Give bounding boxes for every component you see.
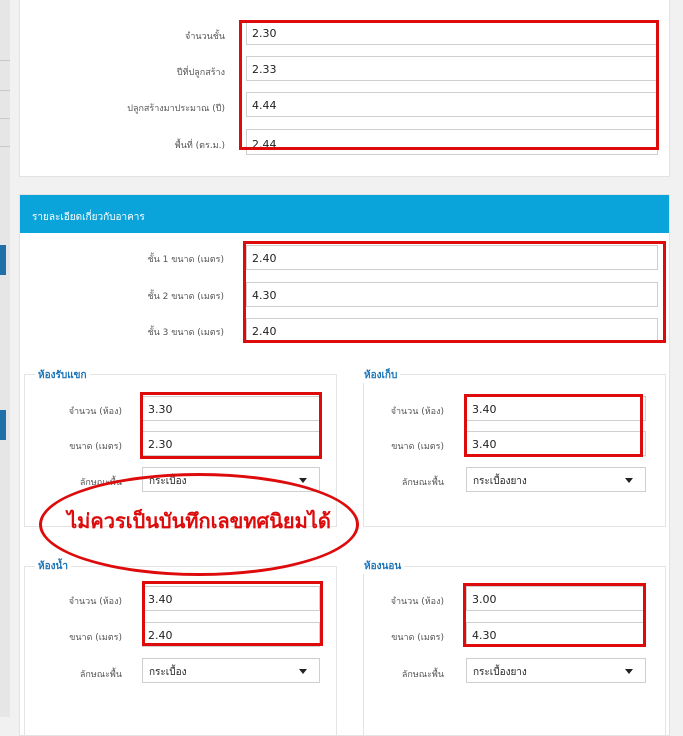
background-divider [0, 90, 10, 91]
area-field[interactable]: 2.44 [246, 129, 658, 155]
bathroom-count-label: จำนวน (ห้อง) [68, 597, 122, 607]
storage-count-label: จำนวน (ห้อง) [390, 407, 444, 417]
storage-size-label: ขนาด (เมตร) [391, 442, 444, 452]
reception-count-field[interactable]: 3.30 [142, 396, 320, 421]
bathroom-count-field[interactable]: 3.40 [142, 586, 320, 611]
details-section-header: รายละเอียดเกี่ยวกับอาคาร [20, 195, 669, 233]
bathroom-floor-label: ลักษณะพื้น [79, 670, 122, 680]
storage-room-title: ห้องเก็บ [361, 368, 401, 383]
reception-size-field[interactable]: 2.30 [142, 431, 320, 456]
background-page [0, 0, 10, 717]
building-age-label: ปลูกสร้างมาประมาณ (ปี) [127, 104, 225, 114]
storage-count-field[interactable]: 3.40 [466, 396, 646, 421]
storage-floor-label: ลักษณะพื้น [401, 478, 444, 488]
background-divider [0, 60, 10, 61]
bedroom-title: ห้องนอน [361, 559, 405, 574]
storage-floor-value: กระเบื้องยาง [473, 476, 527, 487]
area-label: พื้นที่ (ตร.ม.) [174, 141, 225, 151]
build-year-label: ปีที่ปลูกสร้าง [176, 68, 225, 78]
chevron-down-icon [625, 478, 633, 483]
background-blue-bar [0, 245, 6, 275]
building-age-field[interactable]: 4.44 [246, 92, 658, 117]
floors-count-field[interactable]: 2.30 [246, 20, 658, 45]
storage-floor-select[interactable]: กระเบื้องยาง [466, 467, 646, 492]
chevron-down-icon [299, 478, 307, 483]
build-year-field[interactable]: 2.33 [246, 56, 658, 81]
bedroom-count-field[interactable]: 3.00 [466, 586, 646, 611]
bathroom-size-field[interactable]: 2.40 [142, 622, 320, 647]
bedroom-count-label: จำนวน (ห้อง) [390, 597, 444, 607]
reception-size-label: ขนาด (เมตร) [69, 442, 122, 452]
bedroom-floor-label: ลักษณะพื้น [401, 670, 444, 680]
bathroom-floor-select[interactable]: กระเบื้อง [142, 658, 320, 683]
storage-size-field[interactable]: 3.40 [466, 431, 646, 456]
floor3-size-label: ชั้น 3 ขนาด (เมตร) [147, 328, 224, 338]
bathroom-floor-value: กระเบื้อง [149, 667, 187, 678]
bathroom-title: ห้องน้ำ [35, 559, 71, 574]
chevron-down-icon [299, 669, 307, 674]
floor3-size-field[interactable]: 2.40 [246, 318, 658, 343]
building-details-card: รายละเอียดเกี่ยวกับอาคาร ชั้น 1 ขนาด (เม… [19, 194, 670, 736]
annotation-note: ไม่ควรเป็นบันทึกเลขทศนิยมได้ [67, 509, 331, 533]
bedroom-floor-value: กระเบื้องยาง [473, 667, 527, 678]
background-divider [0, 146, 10, 147]
floor2-size-field[interactable]: 4.30 [246, 282, 658, 307]
bedroom-size-label: ขนาด (เมตร) [391, 633, 444, 643]
chevron-down-icon [625, 669, 633, 674]
floors-count-label: จำนวนชั้น [185, 32, 225, 42]
floor1-size-field[interactable]: 2.40 [246, 245, 658, 270]
bedroom-size-field[interactable]: 4.30 [466, 622, 646, 647]
floor1-size-label: ชั้น 1 ขนาด (เมตร) [147, 255, 224, 265]
reception-room-title: ห้องรับแขก [35, 368, 90, 383]
building-info-card: จำนวนชั้น 2.30 ปีที่ปลูกสร้าง 2.33 ปลูกส… [19, 0, 670, 177]
floor2-size-label: ชั้น 2 ขนาด (เมตร) [147, 292, 224, 302]
background-blue-bar [0, 410, 6, 440]
reception-count-label: จำนวน (ห้อง) [68, 407, 122, 417]
bathroom-size-label: ขนาด (เมตร) [69, 633, 122, 643]
bedroom-floor-select[interactable]: กระเบื้องยาง [466, 658, 646, 683]
background-divider [0, 118, 10, 119]
